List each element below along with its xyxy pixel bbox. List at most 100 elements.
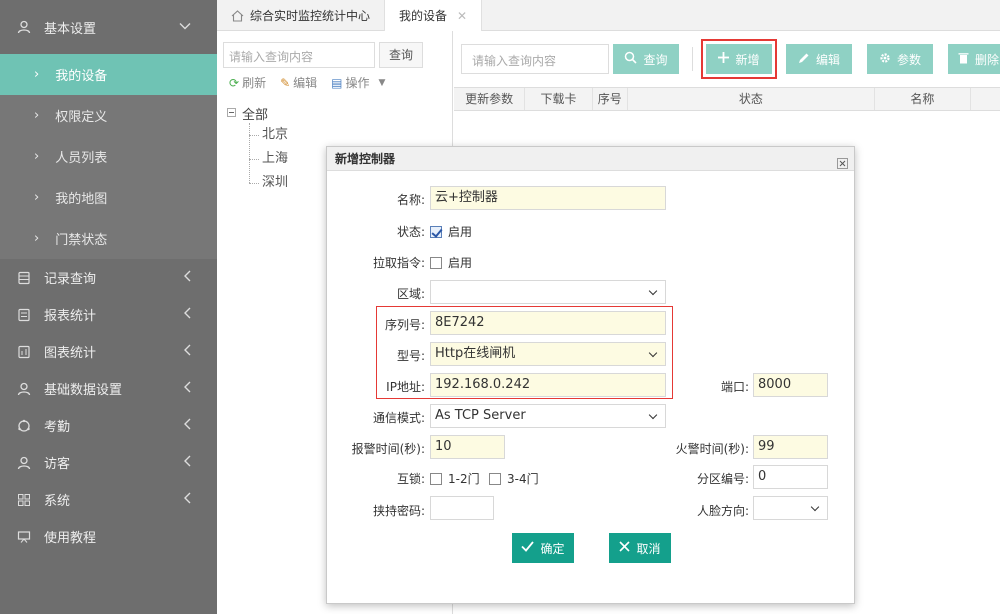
dialog-title-bar: 新增控制器 [327, 147, 854, 171]
chevron-left-icon [183, 270, 191, 286]
column-header-extra [971, 88, 1000, 110]
zone-label: 分区编号: [696, 472, 749, 486]
tree-edit-button[interactable]: ✎ 编辑 [280, 74, 317, 91]
sidebar-item-my-devices[interactable]: › 我的设备 [0, 54, 217, 95]
duress-password-field[interactable] [430, 496, 494, 520]
checkbox-unchecked[interactable] [430, 472, 442, 485]
column-header[interactable]: 更新参数 [454, 88, 526, 110]
close-icon[interactable] [837, 153, 848, 169]
sidebar-group-attendance[interactable]: 考勤 [0, 407, 217, 444]
sidebar-group-tutorial[interactable]: 使用教程 [0, 518, 217, 555]
fire-time-label: 火警时间(秒): [675, 442, 749, 456]
area-tree: 全部 北京 上海 深圳 [227, 103, 288, 195]
alarm-time-field[interactable]: 10 [430, 435, 505, 459]
refresh-icon: ⟳ [229, 75, 240, 90]
tree-node-beijing[interactable]: 北京 [227, 123, 288, 147]
checkbox-label: 1-2门 [448, 472, 480, 486]
sidebar-group-visitors[interactable]: 访客 [0, 444, 217, 481]
checkbox-label: 启用 [448, 225, 473, 239]
sidebar-group-basic-settings[interactable]: 基本设置 [0, 0, 217, 54]
button-label: 编辑 [293, 76, 318, 90]
close-icon[interactable]: ✕ [457, 9, 467, 23]
sidebar-group-system[interactable]: 系统 [0, 481, 217, 518]
cancel-button[interactable]: 取消 [609, 533, 671, 563]
tree-search-button[interactable]: 查询 [379, 42, 423, 68]
pull-command-label: 拉取指令: [372, 256, 425, 270]
chevron-left-icon [183, 307, 191, 323]
database-icon [16, 270, 32, 286]
checkbox-checked[interactable] [430, 225, 442, 238]
sidebar-item-label: 门禁状态 [55, 233, 108, 248]
user-icon [16, 19, 32, 35]
column-header[interactable]: 名称 [875, 88, 971, 110]
status-enable-checkbox[interactable]: 启用 [430, 223, 472, 240]
tree-root-label: 全部 [242, 107, 269, 123]
button-label: 参数 [896, 52, 921, 67]
tree-refresh-button[interactable]: ⟳ 刷新 [229, 74, 266, 91]
port-field[interactable]: 8000 [753, 373, 828, 397]
checkbox-label: 3-4门 [507, 472, 539, 486]
serial-field[interactable]: 8E7242 [430, 311, 666, 335]
sidebar-group-label: 系统 [44, 494, 71, 509]
sidebar-group-label: 基本设置 [44, 21, 97, 37]
confirm-button[interactable]: 确定 [512, 533, 574, 563]
column-header[interactable]: 状态 [628, 88, 875, 110]
face-direction-select[interactable] [753, 496, 828, 520]
ip-field[interactable]: 192.168.0.242 [430, 373, 666, 397]
checkbox-unchecked[interactable] [430, 256, 442, 269]
interlock-12-checkbox[interactable]: 1-2门 [430, 470, 480, 487]
tree-ops-menu[interactable]: ▤ 操作 ▼ [331, 74, 385, 91]
sidebar-group-label: 图表统计 [44, 346, 97, 361]
chevron-down-icon [179, 20, 191, 35]
tab-my-devices[interactable]: 我的设备 ✕ [385, 0, 483, 31]
params-button[interactable]: 参数 [867, 44, 933, 74]
report-icon [16, 307, 32, 323]
tab-home[interactable]: 综合实时监控统计中心 [217, 0, 386, 31]
name-field[interactable]: 云+控制器 [430, 186, 666, 210]
sidebar-item-personnel[interactable]: › 人员列表 [0, 136, 217, 177]
serial-label: 序列号: [384, 318, 425, 332]
delete-button[interactable]: 删除 [948, 44, 1000, 74]
sidebar-group-label: 考勤 [44, 420, 71, 435]
close-icon [619, 541, 631, 555]
sidebar-group-charts[interactable]: 图表统计 [0, 333, 217, 370]
device-table-header: 更新参数 下载卡 序号 状态 名称 [454, 87, 1000, 111]
edit-button[interactable]: 编辑 [786, 44, 852, 74]
tree-root[interactable]: 全部 [227, 103, 288, 123]
tree-node-shenzhen[interactable]: 深圳 [227, 171, 288, 195]
collapse-icon[interactable] [227, 106, 236, 121]
sidebar-group-label: 记录查询 [44, 272, 97, 287]
model-select[interactable]: Http在线闸机 [430, 342, 666, 366]
sidebar: 基本设置 › 我的设备 › 权限定义 › 人员列表 › 我的地图 › 门禁状态 记录查询 … [0, 0, 217, 614]
name-label: 名称: [396, 193, 425, 207]
sidebar-item-permissions[interactable]: › 权限定义 [0, 95, 217, 136]
query-button[interactable]: 查询 [613, 44, 679, 74]
checkbox-unchecked[interactable] [489, 472, 501, 485]
chevron-left-icon [183, 492, 191, 508]
tree-node-shanghai[interactable]: 上海 [227, 147, 288, 171]
sidebar-group-records[interactable]: 记录查询 [0, 259, 217, 296]
sidebar-group-reports[interactable]: 报表统计 [0, 296, 217, 333]
fire-time-field[interactable]: 99 [753, 435, 828, 459]
interlock-34-checkbox[interactable]: 3-4门 [489, 470, 539, 487]
chevron-right-icon: › [34, 231, 40, 246]
pull-command-checkbox[interactable]: 启用 [430, 254, 472, 271]
area-select[interactable] [430, 280, 666, 304]
trash-icon [958, 52, 969, 67]
comm-mode-select[interactable]: As TCP Server [430, 404, 666, 428]
button-label: 取消 [636, 541, 661, 556]
tree-search-input[interactable]: 请输入查询内容 [223, 42, 375, 68]
gear-icon [879, 52, 891, 67]
sidebar-item-my-map[interactable]: › 我的地图 [0, 177, 217, 218]
search-icon [624, 51, 638, 67]
sidebar-group-base-data[interactable]: 基础数据设置 [0, 370, 217, 407]
status-label: 状态: [396, 225, 425, 239]
sidebar-item-door-status[interactable]: › 门禁状态 [0, 218, 217, 259]
zone-field[interactable]: 0 [753, 465, 828, 489]
column-header[interactable]: 下载卡 [525, 88, 593, 110]
button-label: 操作 [345, 76, 370, 90]
sidebar-group-label: 使用教程 [44, 531, 97, 546]
model-label: 型号: [396, 349, 425, 363]
column-header[interactable]: 序号 [593, 88, 628, 110]
device-search-input[interactable]: 请输入查询内容 [461, 44, 609, 74]
